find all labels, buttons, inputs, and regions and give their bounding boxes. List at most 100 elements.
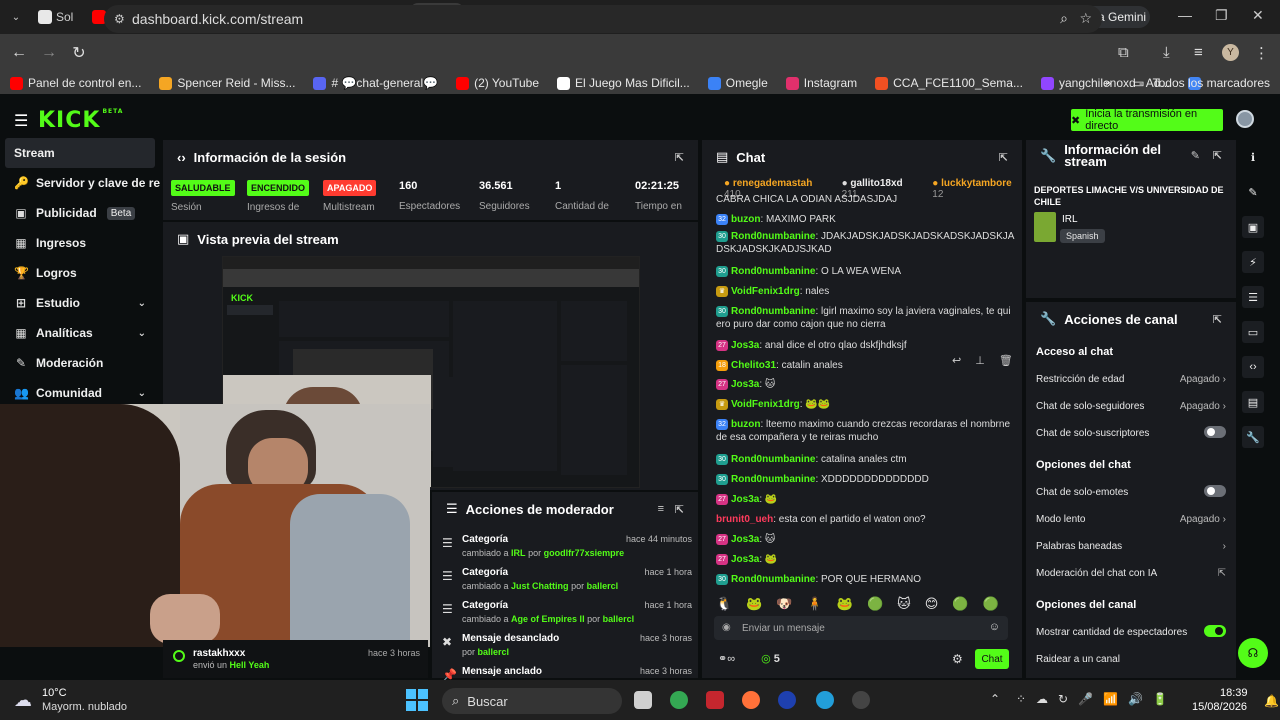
sidebar-item[interactable]: ▣ Publicidad Beta [0, 198, 160, 228]
url-input[interactable]: ⚙ dashboard.kick.com/stream ⌕ ☆ [104, 5, 1102, 33]
mod-user-link[interactable]: ballercl [603, 614, 635, 624]
sidebar-item[interactable]: 🔑 Servidor y clave de retransmisión [0, 168, 160, 198]
bookmark-item[interactable]: CCA_FCE1100_Sema... [875, 76, 1023, 90]
delete-icon[interactable]: 🗑 [999, 354, 1013, 367]
emote-icon[interactable]: 🐸 [837, 596, 853, 612]
chat-username[interactable]: Rond0numbanine [731, 231, 815, 242]
chat-username[interactable]: Jos3a [731, 554, 759, 565]
emote-icon[interactable]: 🟢 [867, 596, 883, 612]
category-name[interactable]: IRL [1062, 214, 1078, 225]
sidebar-item[interactable]: ⊞ Estudio ⌄ [0, 288, 160, 318]
hamburger-menu-icon[interactable]: ☰ [14, 111, 28, 131]
site-info-icon[interactable]: ⚙ [114, 12, 125, 26]
channel-action-row[interactable]: Restricción de edad Apagado › [1036, 374, 1226, 385]
chat-username[interactable]: brunit0_ueh [716, 514, 773, 525]
channel-action-row[interactable]: Chat de solo-emotes [1036, 485, 1226, 498]
weather-desc[interactable]: Mayorm. nublado [42, 701, 127, 713]
channel-action-row[interactable]: Chat de solo-suscriptores [1036, 426, 1226, 439]
sidebar-item[interactable]: Stream [5, 138, 155, 168]
chat-username[interactable]: Jos3a [731, 340, 759, 351]
chat-message[interactable]: 27 Jos3a: 🐸 [716, 493, 1016, 506]
more-bookmarks-icon[interactable]: » [1105, 76, 1112, 90]
channel-action-row[interactable]: Palabras baneadas › [1036, 541, 1226, 552]
popout-icon[interactable]: ⇱ [675, 151, 684, 164]
chat-message[interactable]: brunit0_ueh: esta con el partido el wato… [716, 513, 1016, 526]
bolt-icon[interactable]: ⚡ [1242, 251, 1264, 273]
chat-message[interactable]: 32 buzon: MAXIMO PARK [716, 213, 1016, 226]
downloads-icon[interactable]: ⤓ [1163, 44, 1170, 61]
all-bookmarks-link[interactable]: Todos los marcadores [1153, 76, 1270, 90]
emote-icon[interactable]: 🟢 [982, 596, 998, 612]
chevron-down-icon[interactable]: ⌄ [138, 298, 146, 309]
chat-username[interactable]: Rond0numbanine [731, 474, 815, 485]
sidebar-item[interactable]: ▦ Analíticas ⌄ [0, 318, 160, 348]
wrench-icon[interactable]: 🔧 [1242, 426, 1264, 448]
toggle-switch[interactable] [1204, 625, 1226, 637]
emote-icon[interactable]: 🧍 [807, 596, 823, 612]
chat-message[interactable]: 32 buzon: lteemo maximo cuando crezcas re… [716, 418, 1016, 444]
chat-username[interactable]: VoidFenix1drg [731, 286, 800, 297]
chrome-taskbar-icon[interactable] [670, 691, 688, 709]
reload-icon[interactable]: ↻ [64, 43, 94, 63]
chat-username[interactable]: Jos3a [731, 534, 759, 545]
channel-action-row[interactable]: Mostrar cantidad de espectadores [1036, 625, 1226, 638]
code-icon[interactable]: ‹› [1242, 356, 1264, 378]
chat-username[interactable]: Rond0numbanine [731, 306, 815, 317]
user-avatar[interactable] [1236, 110, 1254, 128]
pin-icon[interactable]: ⊥ [975, 354, 985, 367]
clock-time[interactable]: 18:39 [1220, 687, 1248, 699]
chat-username[interactable]: Rond0numbanine [731, 454, 815, 465]
mod-user-link[interactable]: goodlfr77xsiempre [544, 548, 625, 558]
tray-icons[interactable]: ⁘☁↻🎤📶🔊🔋 [1016, 692, 1178, 706]
chat-settings-link-icon[interactable]: ⚭∞ [718, 652, 735, 665]
emote-icon[interactable]: 🐶 [776, 596, 792, 612]
minimize-icon[interactable]: — [1178, 7, 1192, 23]
task-view-icon[interactable] [634, 691, 652, 709]
chat-message[interactable]: 27 Jos3a: 🐸 [716, 553, 1016, 566]
notification-bell-icon[interactable]: 🔔 [1264, 694, 1279, 708]
reply-icon[interactable]: ↩ [952, 354, 961, 367]
sidebar-item[interactable]: 🏆 Logros [0, 258, 160, 288]
sidebar-item[interactable]: ▦ Ingresos [0, 228, 160, 258]
emoji-picker-icon[interactable]: ☺ [989, 621, 1000, 633]
extensions-icon[interactable]: ⧉ [1118, 44, 1129, 61]
close-window-icon[interactable]: ✕ [1252, 7, 1264, 24]
chat-message[interactable]: 30 Rond0numbanine: XDDDDDDDDDDDDDD [716, 473, 1016, 486]
toggle-switch[interactable] [1204, 426, 1226, 438]
channel-action-row[interactable]: Modo lento Apagado › [1036, 514, 1226, 525]
kick-points-icon[interactable]: ◎ [761, 653, 771, 665]
mod-action-item[interactable]: ☰ Categoría hace 44 minutos cambiado a IRL … [442, 534, 692, 558]
edit-icon[interactable]: ✎ [1191, 150, 1200, 162]
channel-action-row[interactable]: Moderación del chat con IA ⇱ [1036, 568, 1226, 579]
mod-action-item[interactable]: ☰ Categoría hace 1 hora cambiado a Just Cha… [442, 567, 692, 591]
chat-message[interactable]: 27 Jos3a: anal dice el otro qlao dskfjhdk… [716, 339, 1016, 352]
chat-username[interactable]: Jos3a [731, 379, 759, 390]
bookmark-item[interactable]: # 💬chat-general💬 [313, 76, 438, 90]
chevron-down-icon[interactable]: ⌄ [138, 388, 146, 399]
firefox-icon[interactable] [742, 691, 760, 709]
support-headset-button[interactable]: ☊ [1238, 638, 1268, 668]
chat-message-input[interactable]: ◉ Enviar un mensaje ☺ [714, 616, 1008, 640]
back-icon[interactable]: ← [4, 44, 34, 62]
edit-icon[interactable]: ✎ [1242, 181, 1264, 203]
emote-icon[interactable]: 😊 [925, 596, 939, 612]
tray-chevron-icon[interactable]: ⌃ [990, 692, 1000, 706]
mod-action-item[interactable]: ☰ Categoría hace 1 hora cambiado a Age of E… [442, 600, 692, 624]
mod-action-item[interactable]: 📌 Mensaje anclado hace 3 horas [442, 666, 692, 682]
chat-username[interactable]: Jos3a [731, 494, 759, 505]
kick-logo[interactable]: KICK BETA [38, 108, 123, 133]
zoom-search-icon[interactable]: ⌕ [1060, 10, 1068, 27]
arc-icon[interactable] [778, 691, 796, 709]
chat-message[interactable]: ♛ VoidFenix1drg: nales [716, 285, 1016, 298]
bookmark-item[interactable]: El Juego Mas Dificil... [557, 76, 690, 90]
chat-message[interactable]: 30 Rond0numbanine: JDAKJADSKJADSKJADSKADS… [716, 230, 1016, 256]
bookmark-item[interactable]: Instagram [785, 76, 857, 90]
popout-icon[interactable]: ⇱ [675, 503, 684, 516]
toggle-switch[interactable] [1204, 485, 1226, 497]
popout-icon[interactable]: ⇱ [1213, 150, 1222, 162]
send-chat-button[interactable]: Chat [975, 649, 1009, 669]
emote-icon[interactable]: 🐸 [746, 596, 762, 612]
emote-icon[interactable]: 🟢 [952, 596, 968, 612]
bookmark-star-icon[interactable]: ☆ [1079, 10, 1092, 27]
chat-message[interactable]: ♛ VoidFenix1drg: 🐸🐸 [716, 398, 1016, 411]
